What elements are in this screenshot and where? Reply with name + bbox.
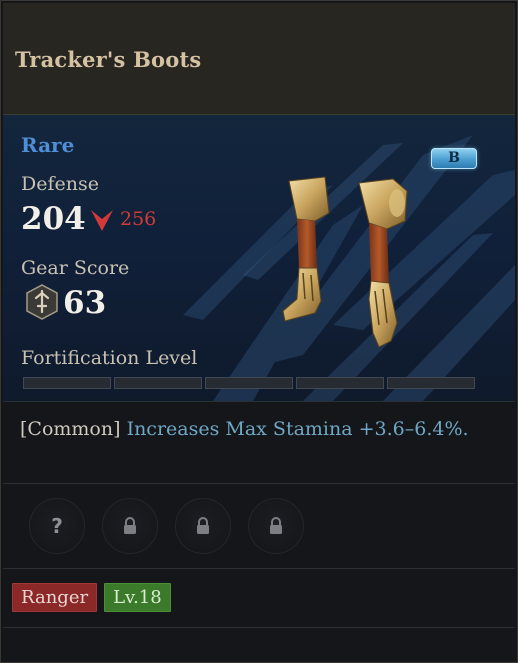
lock-icon (124, 517, 136, 534)
question-icon: ? (51, 514, 63, 538)
trait-description: [Common] Increases Max Stamina +3.6–6.4%… (20, 415, 480, 443)
defense-label: Defense (21, 173, 99, 195)
trait-text: Increases Max Stamina +3.6–6.4%. (126, 418, 469, 440)
class-requirement-tag: Ranger (12, 583, 98, 612)
socket-slot-locked[interactable] (102, 498, 158, 554)
gear-score-icon (26, 284, 58, 320)
divider (3, 568, 515, 569)
divider (3, 401, 515, 402)
boots-icon (282, 176, 408, 348)
fortification-segment (387, 377, 475, 389)
item-hero-panel: Rare B Defense 204 256 Gear Score 63 For… (3, 115, 515, 401)
lock-icon (197, 517, 209, 534)
fortification-segment (296, 377, 384, 389)
fortification-segment (205, 377, 293, 389)
stat-decrease-icon (91, 210, 113, 231)
tooltip-header: Tracker's Boots (3, 3, 515, 115)
gear-score-label: Gear Score (21, 257, 130, 279)
trait-prefix: [Common] (20, 418, 121, 440)
socket-slot-unknown[interactable]: ? (29, 498, 85, 554)
fortification-bar (23, 377, 475, 389)
requirement-tags: Ranger Lv.18 (12, 583, 171, 612)
gear-score-value: 63 (63, 285, 107, 321)
fortification-segment (114, 377, 202, 389)
socket-slot-locked[interactable] (175, 498, 231, 554)
item-tooltip: Tracker's Boots Rare B Defense 204 256 G… (0, 0, 518, 663)
fortification-label: Fortification Level (21, 347, 198, 369)
rarity-label: Rare (21, 133, 75, 157)
divider (3, 483, 515, 484)
level-requirement-tag: Lv.18 (104, 583, 171, 612)
socket-slots: ? (29, 498, 304, 554)
item-name: Tracker's Boots (15, 47, 202, 72)
divider (3, 627, 515, 628)
defense-compare-value: 256 (120, 208, 157, 230)
lock-icon (270, 517, 282, 534)
socket-slot-locked[interactable] (248, 498, 304, 554)
defense-value: 204 (21, 201, 86, 237)
fortification-segment (23, 377, 111, 389)
grade-badge: B (431, 148, 477, 169)
